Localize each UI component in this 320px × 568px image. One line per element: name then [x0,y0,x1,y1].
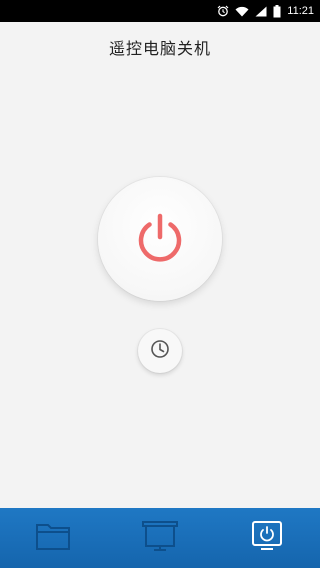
nav-item-shutdown[interactable] [213,508,320,568]
clock-icon [150,339,170,363]
alarm-icon [217,5,229,17]
folder-icon [35,521,71,555]
nav-item-screen[interactable] [107,508,214,568]
bottom-nav [0,508,320,568]
wifi-icon [235,6,249,17]
signal-icon [255,6,267,17]
monitor-icon [142,520,178,556]
nav-item-files[interactable] [0,508,107,568]
page-title: 遥控电脑关机 [108,39,211,58]
power-monitor-icon [251,520,283,556]
power-icon [132,209,188,269]
timer-button[interactable] [138,329,182,373]
battery-icon [273,4,281,18]
status-bar: 11:21 [0,0,320,22]
status-time: 11:21 [287,5,314,17]
power-button[interactable] [98,177,222,301]
